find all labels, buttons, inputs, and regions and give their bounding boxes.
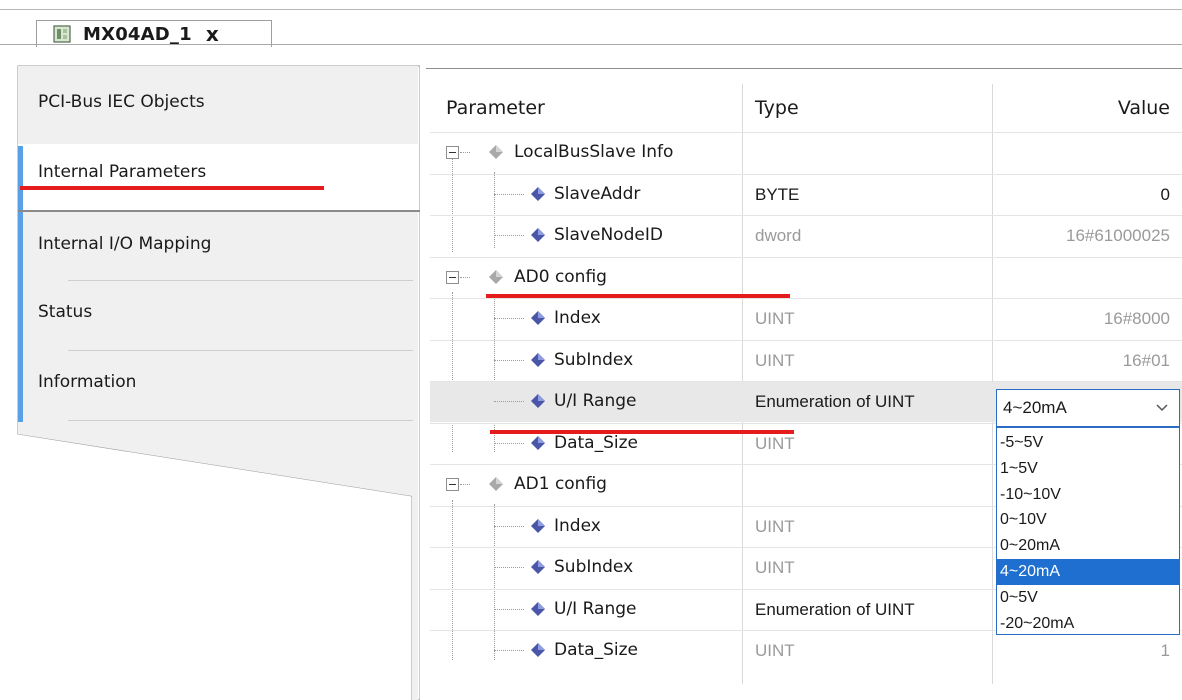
parameter-name: U/I Range: [554, 391, 637, 411]
parameter-value[interactable]: [993, 132, 1182, 173]
table-row[interactable]: SlaveAddr BYTE 0: [430, 174, 1182, 215]
active-indicator: [18, 146, 23, 210]
parameter-name: AD1 config: [514, 474, 607, 494]
sidebar-item-label: Internal I/O Mapping: [38, 234, 212, 254]
sidebar-item-internal-parameters[interactable]: Internal Parameters: [18, 146, 418, 210]
parameter-group-icon: [489, 477, 503, 491]
parameter-type: UINT: [755, 640, 795, 660]
column-header-value[interactable]: Value: [993, 84, 1182, 132]
parameter-icon: [531, 436, 545, 450]
table-row[interactable]: SubIndex UINT 16#01: [430, 340, 1182, 381]
tree-group-row[interactable]: LocalBusSlave Info: [430, 132, 1182, 173]
dropdown-option[interactable]: -5~5V: [997, 430, 1179, 456]
parameter-name: SubIndex: [554, 557, 634, 577]
column-header-parameter[interactable]: Parameter: [430, 84, 742, 132]
tree-group-row[interactable]: AD0 config: [430, 257, 1182, 298]
parameter-type: Enumeration of UINT: [755, 391, 915, 411]
sidebar-item-information[interactable]: Information: [18, 352, 418, 422]
parameter-name: Data_Size: [554, 640, 638, 660]
parameter-type: UINT: [755, 308, 795, 328]
parameter-value[interactable]: 16#01: [993, 340, 1182, 381]
device-icon: [53, 25, 71, 43]
parameter-type: UINT: [755, 516, 795, 536]
dropdown-option[interactable]: 1~5V: [997, 456, 1179, 482]
parameter-type: dword: [755, 225, 802, 245]
parameter-name: SubIndex: [554, 350, 634, 370]
grid-header: Parameter Type Value: [430, 84, 1182, 132]
dropdown-option[interactable]: -10~10V: [997, 482, 1179, 508]
highlight-underline: [486, 294, 790, 298]
parameter-name: Data_Size: [554, 433, 638, 453]
parameter-value[interactable]: 16#8000: [993, 298, 1182, 339]
collapse-icon[interactable]: [446, 146, 459, 159]
parameter-name: SlaveNodeID: [554, 225, 663, 245]
editor-tab-bar: MX04AD_1 x: [0, 0, 1182, 47]
chevron-down-icon[interactable]: [1155, 400, 1169, 414]
divider: [68, 350, 413, 351]
collapse-icon[interactable]: [446, 271, 459, 284]
dropdown-option[interactable]: 4~20mA: [997, 559, 1179, 585]
divider: [68, 280, 413, 281]
divider: [68, 420, 413, 421]
sidebar-item-status[interactable]: Status: [18, 282, 418, 352]
sidebar-item-label: Information: [38, 372, 137, 392]
parameter-name: AD0 config: [514, 267, 607, 287]
sidebar-item-pci-bus-iec-objects[interactable]: PCI-Bus IEC Objects: [18, 68, 418, 138]
parameter-name: U/I Range: [554, 599, 637, 619]
parameter-icon: [531, 643, 545, 657]
editor-tab-mx04ad[interactable]: MX04AD_1 x: [36, 20, 272, 47]
parameter-type: [743, 132, 991, 173]
sidebar-item-internal-io-mapping[interactable]: Internal I/O Mapping: [18, 212, 418, 282]
parameter-type: Enumeration of UINT: [755, 599, 915, 619]
sidebar-item-label: PCI-Bus IEC Objects: [38, 92, 205, 112]
parameter-type: UINT: [755, 350, 795, 370]
parameter-value[interactable]: 16#61000025: [993, 215, 1182, 256]
sidebar-item-label: Status: [38, 302, 93, 322]
tab-bar-bottom-border: [0, 44, 1182, 45]
dropdown-option[interactable]: -20~20mA: [997, 611, 1179, 637]
parameter-value[interactable]: [993, 257, 1182, 298]
parameter-type: UINT: [755, 557, 795, 577]
parameter-group-icon: [489, 145, 503, 159]
tab-bar-top-border: [0, 9, 1182, 10]
parameter-name: Index: [554, 308, 601, 328]
parameter-name: Index: [554, 516, 601, 536]
combobox-value: 4~20mA: [1003, 398, 1067, 417]
parameter-icon: [531, 228, 545, 242]
parameter-icon: [531, 560, 545, 574]
parameter-icon: [531, 353, 545, 367]
parameter-group-icon: [489, 270, 503, 284]
highlight-underline: [490, 430, 794, 434]
parameter-value[interactable]: 0: [993, 174, 1182, 215]
parameter-icon: [531, 519, 545, 533]
table-row[interactable]: Index UINT 16#8000: [430, 298, 1182, 339]
parameter-name: LocalBusSlave Info: [514, 142, 674, 162]
parameter-icon: [531, 394, 545, 408]
tab-title: MX04AD_1: [83, 23, 192, 45]
column-header-type[interactable]: Type: [743, 84, 991, 132]
parameter-icon: [531, 311, 545, 325]
parameter-type: [743, 257, 991, 298]
parameter-type: BYTE: [755, 184, 800, 204]
close-icon[interactable]: x: [206, 24, 219, 44]
parameter-name: SlaveAddr: [554, 184, 641, 204]
parameter-type: [743, 464, 991, 505]
dropdown-option[interactable]: 0~5V: [997, 585, 1179, 611]
dropdown-option[interactable]: 0~10V: [997, 507, 1179, 533]
sidebar-item-label: Internal Parameters: [38, 162, 207, 182]
ui-range-combobox[interactable]: 4~20mA: [996, 389, 1180, 427]
ui-range-dropdown-list: -5~5V 1~5V -10~10V 0~10V 0~20mA 4~20mA 0~5V -20…: [996, 427, 1180, 635]
collapse-icon[interactable]: [446, 478, 459, 491]
parameter-icon: [531, 602, 545, 616]
table-row[interactable]: SlaveNodeID dword 16#61000025: [430, 215, 1182, 256]
highlight-underline: [20, 186, 324, 190]
dropdown-option[interactable]: 0~20mA: [997, 533, 1179, 559]
parameter-icon: [531, 187, 545, 201]
